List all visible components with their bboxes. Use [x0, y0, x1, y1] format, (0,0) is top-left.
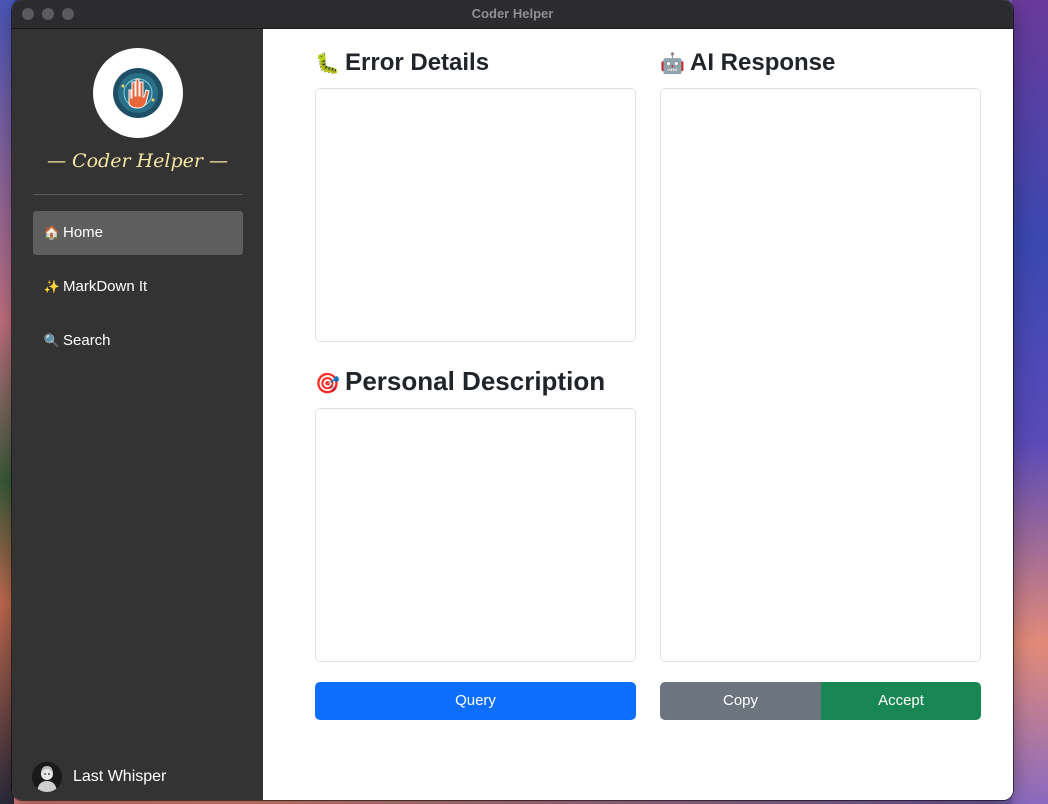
sidebar-divider — [33, 194, 243, 195]
error-details-heading: 🐛 Error Details — [315, 49, 489, 77]
magnifier-icon: 🔍 — [43, 333, 61, 348]
avatar — [32, 762, 62, 792]
error-details-input[interactable] — [315, 88, 636, 342]
desktop-background-right — [1012, 0, 1048, 804]
sidebar-item-home[interactable]: 🏠 Home — [33, 211, 243, 255]
copy-button[interactable]: Copy — [660, 682, 821, 720]
sidebar-item-label: MarkDown It — [63, 278, 148, 295]
target-icon: 🎯 — [315, 373, 340, 395]
main-content: 🐛 Error Details 🎯 Personal Description 🤖 AI… — [263, 29, 1013, 800]
sparkles-icon: ✨ — [43, 279, 61, 294]
sidebar-item-search[interactable]: 🔍 Search — [33, 319, 243, 363]
app-logo — [93, 48, 183, 138]
query-button[interactable]: Query — [315, 682, 636, 720]
title-bar[interactable]: Coder Helper — [12, 0, 1013, 29]
robot-icon: 🤖 — [660, 53, 685, 75]
ai-response-title: AI Response — [690, 49, 836, 76]
accept-button[interactable]: Accept — [821, 682, 981, 720]
sidebar-item-markdown-it[interactable]: ✨ MarkDown It — [33, 265, 243, 309]
personal-description-input[interactable] — [315, 408, 636, 662]
house-icon: 🏠 — [43, 225, 61, 240]
sidebar-item-label: Home — [63, 224, 104, 241]
ai-response-output[interactable] — [660, 88, 981, 662]
bug-icon: 🐛 — [315, 53, 340, 75]
user-name: Last Whisper — [73, 768, 167, 785]
sidebar-item-label: Search — [63, 332, 111, 349]
personal-description-title: Personal Description — [345, 366, 606, 396]
personal-description-heading: 🎯 Personal Description — [315, 366, 605, 397]
brand-name: — Coder Helper — — [47, 150, 228, 172]
hand-logo-icon — [113, 68, 163, 118]
app-window: Coder Helper — Coder Helper — 🏠 Home ✨ M… — [12, 0, 1013, 800]
error-details-title: Error Details — [345, 49, 490, 76]
ai-response-heading: 🤖 AI Response — [660, 49, 835, 77]
window-title: Coder Helper — [471, 6, 554, 21]
user-avatar-icon — [32, 762, 62, 792]
sidebar: — Coder Helper — 🏠 Home ✨ MarkDown It 🔍 … — [12, 29, 263, 800]
